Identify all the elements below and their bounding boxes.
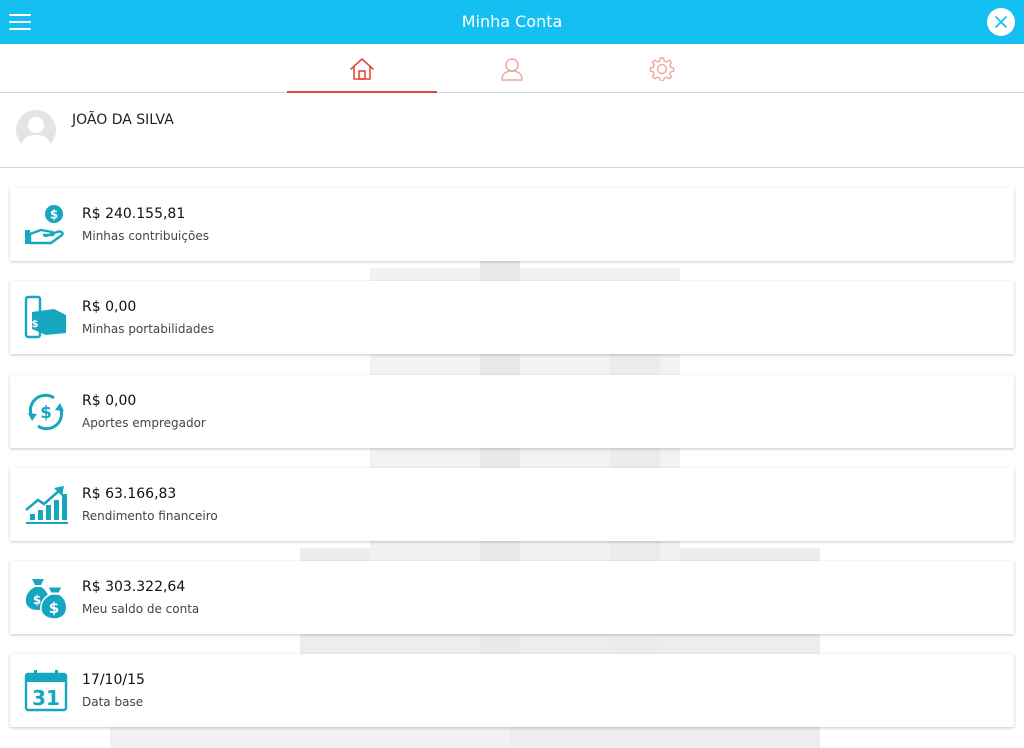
svg-text:$: $: [40, 403, 52, 423]
user-silhouette-icon: [21, 117, 51, 150]
profile-section: JOÃO DA SILVA: [0, 93, 1024, 168]
card-label: Minhas contribuições: [82, 229, 209, 243]
svg-text:$: $: [32, 319, 39, 330]
close-button[interactable]: [987, 8, 1015, 36]
user-icon: [501, 58, 523, 81]
card-label: Rendimento financeiro: [82, 509, 218, 523]
card-label: Minhas portabilidades: [82, 322, 215, 336]
tab-profile[interactable]: [437, 44, 587, 92]
card-employer-contributions[interactable]: $ R$ 0,00 Aportes empregador: [10, 375, 1014, 448]
gear-icon: [649, 57, 675, 81]
user-name: JOÃO DA SILVA: [72, 112, 174, 128]
tab-settings[interactable]: [587, 44, 737, 92]
phone-money-icon: $: [24, 295, 66, 339]
card-value: R$ 240.155,81: [82, 206, 186, 222]
card-label: Meu saldo de conta: [82, 602, 200, 616]
card-value: R$ 303.322,64: [82, 579, 186, 595]
card-account-balance[interactable]: $ $ R$ 303.322,64 Meu saldo de conta: [10, 561, 1014, 634]
growth-chart-icon: [25, 486, 68, 524]
card-value: R$ 0,00: [82, 299, 137, 315]
svg-text:$: $: [49, 599, 59, 617]
card-label: Data base: [82, 695, 144, 709]
calendar-icon: 31: [24, 670, 68, 712]
card-financial-return[interactable]: R$ 63.166,83 Rendimento financeiro: [10, 468, 1014, 541]
tab-home[interactable]: [287, 44, 437, 93]
svg-text:$: $: [50, 208, 58, 222]
card-label: Aportes empregador: [82, 416, 206, 430]
card-value: R$ 63.166,83: [82, 486, 177, 502]
app-header: Minha Conta: [0, 0, 1024, 44]
card-value: R$ 0,00: [82, 393, 137, 409]
card-contributions[interactable]: $ R$ 240.155,81 Minhas contribuições: [10, 188, 1014, 261]
dollar-exchange-icon: $: [28, 393, 64, 431]
svg-text:$: $: [33, 593, 41, 607]
page-title: Minha Conta: [461, 12, 563, 31]
tab-bar: [0, 44, 1024, 93]
card-base-date[interactable]: 31 17/10/15 Data base: [10, 654, 1014, 727]
card-value: 17/10/15: [82, 672, 145, 688]
avatar: [16, 110, 56, 150]
hand-coin-icon: $: [25, 205, 64, 245]
home-icon: [350, 58, 374, 80]
card-portabilities[interactable]: $ R$ 0,00 Minhas portabilidades: [10, 281, 1014, 354]
money-bags-icon: $ $: [25, 579, 68, 620]
calendar-day: 31: [32, 686, 60, 710]
close-icon: [995, 16, 1007, 28]
